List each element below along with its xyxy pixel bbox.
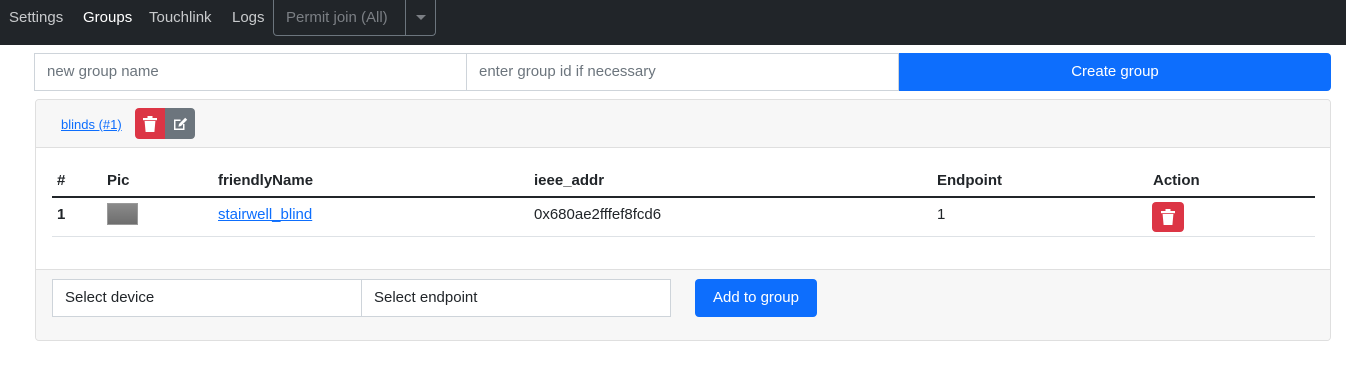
- group-name-input[interactable]: new group name: [34, 53, 467, 91]
- device-friendly-name-link[interactable]: stairwell_blind: [218, 206, 312, 223]
- permit-join-dropdown-toggle[interactable]: [406, 0, 435, 35]
- nav-settings[interactable]: Settings: [9, 9, 63, 27]
- col-header-action: Action: [1153, 172, 1200, 189]
- remove-device-button[interactable]: [1152, 202, 1184, 232]
- delete-group-button[interactable]: [135, 108, 165, 139]
- row-index: 1: [57, 206, 66, 223]
- permit-join-button[interactable]: Permit join (All): [274, 0, 407, 35]
- create-group-button[interactable]: Create group: [899, 53, 1331, 91]
- nav-groups[interactable]: Groups: [83, 9, 132, 27]
- add-to-group-button[interactable]: Add to group: [695, 279, 817, 317]
- group-card: blinds (#1) # Pic friendlyName ieee_addr…: [35, 99, 1331, 341]
- group-title-link[interactable]: blinds (#1): [61, 117, 122, 132]
- col-header-index: #: [57, 172, 66, 189]
- permit-join-group: Permit join (All): [273, 0, 436, 36]
- nav-logs[interactable]: Logs: [232, 9, 265, 27]
- col-header-friendly-name: friendlyName: [218, 172, 314, 189]
- table-row-divider: [52, 236, 1315, 237]
- top-navbar: Settings Groups Touchlink Logs Permit jo…: [0, 0, 1346, 45]
- select-endpoint[interactable]: Select endpoint: [361, 279, 671, 317]
- col-header-ieee-addr: ieee_addr: [534, 172, 605, 189]
- select-device[interactable]: Select device: [52, 279, 362, 317]
- edit-icon: [174, 117, 188, 130]
- device-ieee-addr: 0x680ae2fffef8fcd6: [534, 206, 662, 223]
- table-header-divider: [52, 196, 1315, 198]
- device-image: [107, 203, 138, 225]
- col-header-endpoint: Endpoint: [937, 172, 1002, 189]
- device-endpoint: 1: [937, 206, 946, 223]
- caret-down-icon: [415, 15, 426, 20]
- create-group-form: new group name enter group id if necessa…: [34, 53, 1331, 91]
- nav-touchlink[interactable]: Touchlink: [149, 9, 212, 27]
- trash-icon: [1161, 209, 1175, 225]
- group-card-footer: Select device Select endpoint Add to gro…: [36, 269, 1330, 340]
- group-card-header: blinds (#1): [36, 100, 1330, 148]
- trash-icon: [143, 115, 157, 132]
- group-id-input[interactable]: enter group id if necessary: [467, 53, 899, 91]
- rename-group-button[interactable]: [165, 108, 195, 139]
- col-header-pic: Pic: [107, 172, 130, 189]
